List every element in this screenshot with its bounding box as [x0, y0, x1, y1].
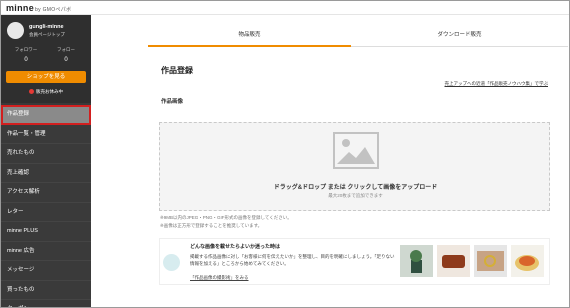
page-title: 作品登録	[161, 66, 193, 75]
dropzone-subtext: 最大20枚まで追加できます	[328, 193, 383, 198]
sidebar-item-sold[interactable]: 売れたもの	[1, 144, 91, 164]
sidebar-item-ads[interactable]: minne 広告	[1, 242, 91, 261]
image-format-note: ※9MB以内のJPEG・PNG・GIF形式の画像を登録してください。	[160, 215, 292, 220]
section-image-title: 作品画像	[161, 99, 184, 105]
tip-icon	[163, 254, 180, 271]
dropzone-text: ドラッグ&ドロップ または クリックして画像をアップロード	[273, 185, 438, 191]
sidebar-menu: 作品登録 作品一覧・管理 売れたもの 売上確認 アクセス解析 レター minne…	[1, 105, 91, 307]
sidebar-item-minne-plus[interactable]: minne PLUS	[1, 222, 91, 242]
avatar[interactable]	[7, 22, 24, 39]
photo-tips-link[interactable]: 「作品画像の撮影術」をみる	[190, 275, 249, 281]
sidebar-item-list[interactable]: 作品一覧・管理	[1, 125, 91, 144]
top-bar: minneby GMOペパボ	[1, 1, 569, 15]
image-square-note: ※画像は正方形で登録することを推奨しています。	[160, 223, 263, 228]
sales-paused-link[interactable]: 販売お休み中	[1, 89, 91, 95]
sample-photo-ring	[474, 245, 507, 277]
sample-photo-bowls	[511, 245, 544, 277]
sidebar: gungli-minne 会員ページトップ フォロワー 0 フォロー 0 ショッ…	[1, 15, 91, 307]
followers-stat[interactable]: フォロワー 0	[11, 47, 41, 63]
sidebar-item-create[interactable]: 作品登録	[1, 105, 91, 125]
photo-tip-box: どんな画像を載せたらよいか迷った時は 掲載する作品画像に対し「お客様に何を伝えた…	[159, 238, 550, 285]
app-window: minneby GMOペパボ gungli-minne 会員ページトップ フォロ…	[0, 0, 570, 308]
minne-logo[interactable]: minneby GMOペパボ	[6, 3, 71, 13]
sample-photo-leather	[437, 245, 470, 277]
image-dropzone[interactable]: ドラッグ&ドロップ または クリックして画像をアップロード 最大20枚まで追加で…	[159, 122, 550, 211]
sales-type-tabs: 物品販売 ダウンロード販売	[148, 23, 568, 47]
tab-physical[interactable]: 物品販売	[148, 23, 351, 47]
image-placeholder-icon	[333, 132, 379, 169]
sample-photo-plant	[400, 245, 433, 277]
sidebar-item-analytics[interactable]: アクセス解析	[1, 183, 91, 203]
sidebar-item-purchased[interactable]: 買ったもの	[1, 281, 91, 300]
tip-title: どんな画像を載せたらよいか迷った時は	[190, 244, 281, 250]
view-shop-button[interactable]: ショップを見る	[6, 71, 86, 83]
sidebar-item-sales[interactable]: 売上確認	[1, 164, 91, 183]
tab-download[interactable]: ダウンロード販売	[351, 23, 568, 47]
guide-link[interactable]: 売上アップへの近道「作品販売ノウハウ集」で学ぶ	[445, 81, 549, 87]
status-dot-icon	[29, 89, 34, 95]
user-name: gungli-minne	[29, 24, 64, 30]
profile-panel: gungli-minne 会員ページトップ フォロワー 0 フォロー 0 ショッ…	[1, 15, 91, 103]
sidebar-item-letter[interactable]: レター	[1, 203, 91, 222]
following-stat[interactable]: フォロー 0	[51, 47, 81, 63]
member-page-link[interactable]: 会員ページトップ	[29, 32, 65, 38]
tip-body: 掲載する作品画像に対し「お客様に何を伝えたいか」を整理し、目的を明確にしましょう…	[190, 254, 395, 266]
sidebar-item-coupon[interactable]: クーポン	[1, 300, 91, 307]
sidebar-item-messages[interactable]: メッセージ	[1, 261, 91, 281]
